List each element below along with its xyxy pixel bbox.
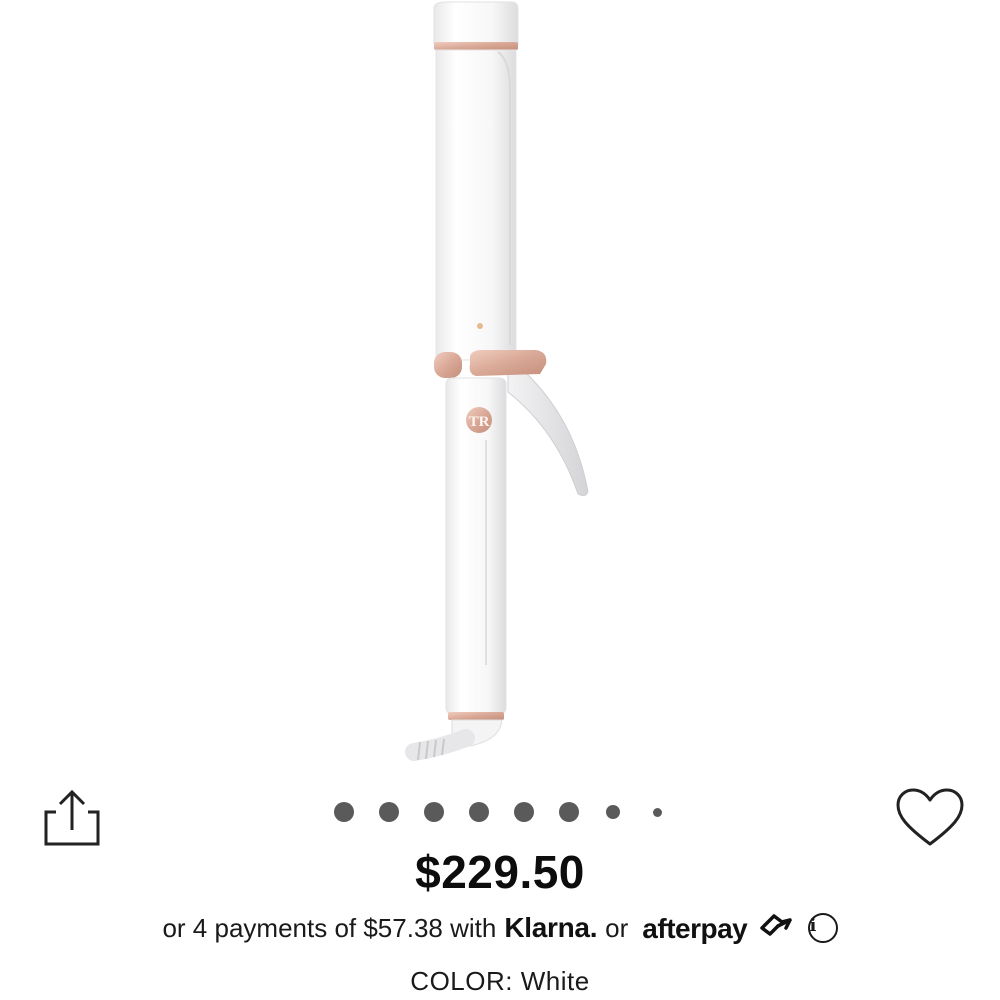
product-image[interactable]: TR bbox=[0, 0, 1000, 775]
color-label: COLOR: bbox=[410, 966, 513, 996]
heart-icon bbox=[896, 788, 964, 846]
afterpay-wordmark: afterpay bbox=[642, 912, 748, 944]
carousel-dot-3[interactable] bbox=[424, 802, 444, 822]
share-icon bbox=[44, 789, 100, 846]
svg-text:TR: TR bbox=[469, 414, 490, 430]
payments-prefix: or 4 payments of $57.38 with bbox=[162, 912, 497, 943]
image-controls bbox=[0, 780, 1000, 850]
afterpay-logo[interactable]: afterpay bbox=[642, 912, 793, 945]
info-icon[interactable]: i bbox=[807, 913, 838, 943]
carousel-dot-5[interactable] bbox=[514, 802, 534, 822]
product-price: $229.50 bbox=[415, 846, 585, 898]
installment-payments: or 4 payments of $57.38 with Klarna. or … bbox=[0, 906, 1000, 950]
carousel-dot-1[interactable] bbox=[334, 802, 354, 822]
carousel-dot-2[interactable] bbox=[379, 802, 399, 822]
afterpay-arrows-icon bbox=[759, 913, 792, 936]
image-carousel-dots bbox=[320, 800, 680, 824]
klarna-logo[interactable]: Klarna. bbox=[504, 912, 597, 944]
product-page: TR $229.50 or 4 payments of $57.38 with … bbox=[0, 0, 1000, 1000]
favorite-button[interactable] bbox=[892, 786, 968, 850]
share-button[interactable] bbox=[40, 786, 104, 850]
color-value: White bbox=[520, 966, 590, 996]
carousel-dot-6[interactable] bbox=[559, 802, 579, 822]
carousel-dot-7[interactable] bbox=[606, 805, 620, 819]
carousel-dot-4[interactable] bbox=[469, 802, 489, 822]
carousel-dot-8[interactable] bbox=[653, 808, 662, 817]
payments-or: or bbox=[605, 912, 629, 943]
color-selection: COLOR: White bbox=[0, 966, 1000, 997]
